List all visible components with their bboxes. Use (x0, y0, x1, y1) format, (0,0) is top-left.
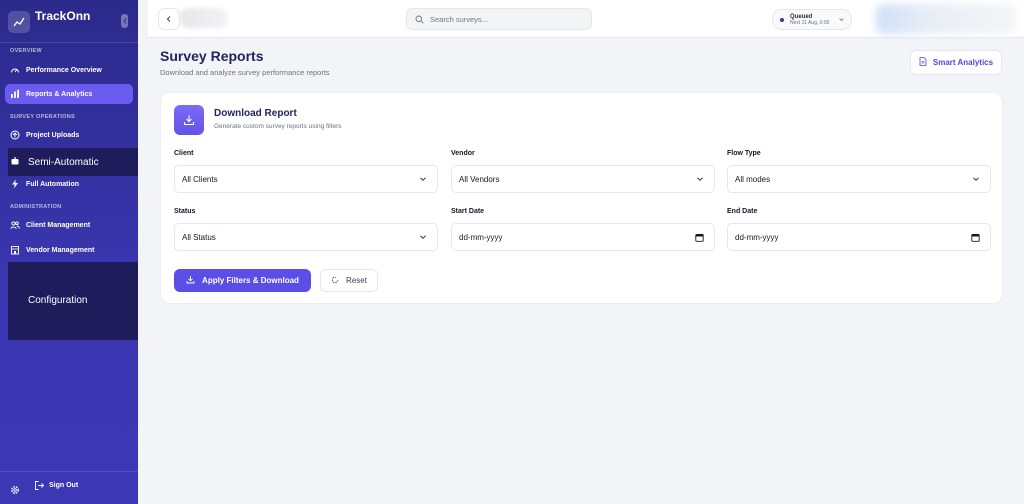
gauge-icon (10, 65, 20, 75)
card-subtitle: Generate custom survey reports using fil… (214, 123, 342, 130)
start-date-label: Start Date (451, 208, 485, 215)
client-select-value: All Clients (182, 174, 218, 184)
sidebar-divider (0, 42, 138, 43)
page-subtitle: Download and analyze survey performance … (160, 68, 330, 77)
smart-analytics-label: Smart Analytics (932, 58, 994, 67)
card-title: Download Report (214, 108, 297, 119)
apply-filters-download-button[interactable]: Apply Filters & Download (174, 269, 311, 292)
brand[interactable]: TrackOnn (8, 8, 130, 36)
download-icon (174, 105, 204, 135)
sidebar-item-configuration[interactable]: Configuration (8, 262, 138, 340)
robot-icon (10, 156, 20, 166)
vendor-select-value: All Vendors (459, 174, 500, 184)
sidebar-collapse-button[interactable] (121, 14, 128, 28)
breadcrumb-redacted (180, 8, 228, 28)
topbar: Queued Next 11 Aug, 0:00 (148, 0, 1024, 38)
flow-type-select[interactable]: All modes (727, 165, 991, 193)
queue-next-run: Next 11 Aug, 0:00 (790, 19, 830, 26)
apply-button-label: Apply Filters & Download (202, 276, 299, 285)
queue-title: Queued (790, 13, 813, 20)
lightning-icon (10, 179, 20, 189)
vendor-select[interactable]: All Vendors (451, 165, 715, 193)
sidebar-item-vendor-management[interactable]: Vendor Management (5, 240, 133, 260)
flow-type-label: Flow Type (727, 150, 761, 157)
status-select-value: All Status (182, 232, 216, 242)
sidebar-item-semi-automatic[interactable]: Semi-Automatic (8, 148, 138, 176)
smart-analytics-button[interactable]: Smart Analytics (910, 50, 1002, 75)
search-box[interactable] (406, 8, 592, 30)
sidebar-item-performance-overview[interactable]: Performance Overview (5, 60, 133, 80)
document-icon (919, 57, 927, 68)
calendar-icon[interactable] (971, 233, 980, 242)
download-icon (186, 275, 195, 286)
status-select[interactable]: All Status (174, 223, 438, 251)
start-date-value: dd-mm-yyyy (459, 232, 503, 242)
sidebar-item-label: Reports & Analytics (26, 90, 93, 98)
sidebar-item-label: Project Uploads (26, 131, 80, 139)
sidebar-item-reports-analytics[interactable]: Reports & Analytics (5, 84, 133, 104)
sign-out-label: Sign Out (49, 482, 79, 489)
sidebar-item-label: Performance Overview (26, 66, 102, 74)
gear-icon[interactable] (10, 482, 20, 494)
upload-icon (10, 130, 20, 140)
status-label: Status (174, 208, 196, 215)
chevron-down-icon (420, 235, 426, 239)
client-label: Client (174, 150, 194, 157)
sidebar-item-label: Full Automation (26, 180, 80, 188)
end-date-value: dd-mm-yyyy (735, 232, 779, 242)
section-administration: ADMINISTRATION (10, 204, 62, 210)
refresh-icon (331, 276, 339, 286)
brand-name: TrackOnn (35, 9, 91, 23)
flow-type-select-value: All modes (735, 174, 771, 184)
sign-out-icon (34, 480, 45, 491)
section-survey-operations: SURVEY OPERATIONS (10, 114, 76, 120)
download-report-card: Download Report Generate custom survey r… (160, 92, 1003, 304)
chevron-left-icon (166, 16, 171, 22)
start-date-input[interactable]: dd-mm-yyyy (451, 223, 715, 251)
trend-chart-icon (8, 11, 30, 33)
client-select[interactable]: All Clients (174, 165, 438, 193)
chevron-down-icon (839, 18, 844, 22)
queue-status-dropdown[interactable]: Queued Next 11 Aug, 0:00 (772, 9, 852, 30)
user-profile-redacted[interactable] (876, 4, 1016, 34)
sidebar-item-client-management[interactable]: Client Management (5, 215, 133, 235)
vendor-label: Vendor (451, 150, 475, 157)
search-input[interactable] (430, 14, 580, 24)
sidebar-item-project-uploads[interactable]: Project Uploads (5, 125, 133, 145)
reset-button[interactable]: Reset (320, 269, 378, 292)
chevron-down-icon (697, 177, 703, 181)
chevron-down-icon (973, 177, 979, 181)
sidebar-item-full-automation[interactable]: Full Automation (5, 174, 133, 194)
sidebar-item-label: Client Management (26, 221, 91, 229)
end-date-input[interactable]: dd-mm-yyyy (727, 223, 991, 251)
bar-chart-icon (10, 89, 20, 99)
building-icon (10, 245, 20, 255)
queue-status-dot (780, 17, 784, 22)
end-date-label: End Date (727, 208, 758, 215)
calendar-icon[interactable] (695, 233, 704, 242)
reset-button-label: Reset (346, 276, 367, 285)
sidebar-item-label: Vendor Management (26, 246, 95, 254)
search-icon (415, 15, 424, 24)
page-title: Survey Reports (160, 48, 264, 64)
back-button[interactable] (158, 8, 180, 30)
sidebar-item-label: Semi-Automatic (28, 156, 99, 168)
sign-out-button[interactable]: Sign Out (34, 480, 78, 491)
sidebar: TrackOnn OVERVIEW Performance Overview R… (0, 0, 138, 504)
users-icon (10, 220, 20, 230)
sidebar-item-label: Configuration (28, 295, 88, 306)
chevron-down-icon (420, 177, 426, 181)
section-overview: OVERVIEW (10, 48, 42, 54)
sidebar-footer-divider (0, 471, 138, 472)
